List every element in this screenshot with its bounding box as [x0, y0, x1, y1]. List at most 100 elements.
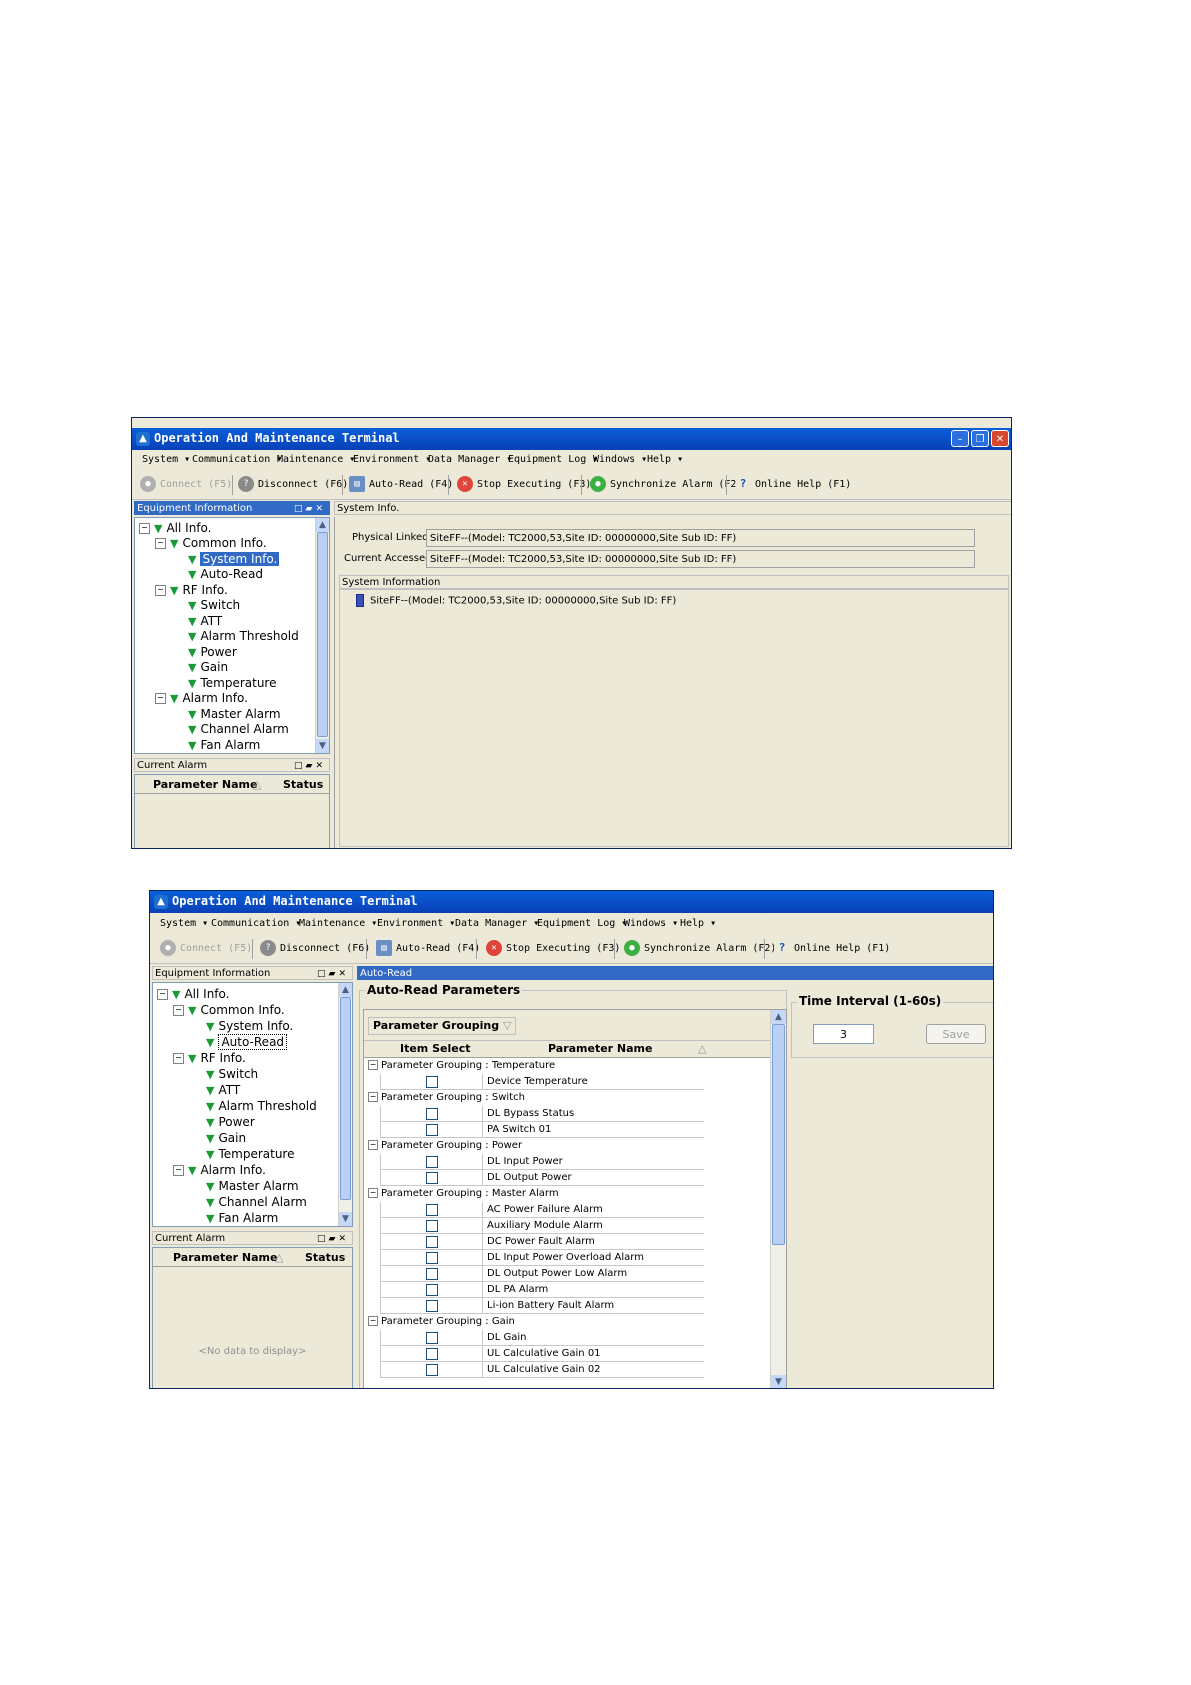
tree-node-master-alarm[interactable]: ▼ Master Alarm	[206, 1178, 299, 1194]
tree-node-rf-info[interactable]: − ▼ RF Info.	[155, 582, 228, 598]
tree-node-power[interactable]: ▼ Power	[188, 644, 237, 660]
item-select-checkbox[interactable]	[426, 1124, 438, 1136]
parameter-grouping-button[interactable]: Parameter Grouping ▽	[368, 1017, 517, 1035]
menu-communication[interactable]: Communication ▾	[192, 454, 282, 465]
panel-controls-icon[interactable]: □▰✕	[317, 1232, 349, 1246]
tree-node-temperature[interactable]: ▼ Temperature	[188, 675, 276, 691]
stop-executing-button[interactable]: ✕ Stop Executing (F3)	[486, 939, 620, 959]
tree-node-alarm-threshold[interactable]: ▼ Alarm Threshold	[188, 628, 299, 644]
menu-environment[interactable]: Environment ▾	[353, 454, 431, 465]
collapse-icon[interactable]: −	[368, 1316, 378, 1326]
tree-node-auto-read[interactable]: ▼ Auto-Read	[206, 1034, 288, 1050]
tree-node-common-info[interactable]: − ▼ Common Info.	[155, 535, 267, 551]
tab-system-info[interactable]: System Info.	[334, 501, 1011, 515]
tree-scrollbar[interactable]: ▲ ▼	[338, 983, 352, 1226]
scroll-thumb[interactable]	[340, 997, 351, 1200]
online-help-button[interactable]: ? Online Help (F1)	[735, 475, 851, 495]
disconnect-button[interactable]: ? Disconnect (F6)	[260, 939, 370, 959]
collapse-icon[interactable]: −	[157, 989, 168, 1000]
panel-controls-icon[interactable]: □▰✕	[294, 502, 326, 516]
collapse-icon[interactable]: −	[368, 1140, 378, 1150]
menu-data-manager[interactable]: Data Manager ▾	[428, 454, 512, 465]
system-information-item[interactable]: SiteFF--(Model: TC2000,53,Site ID: 00000…	[356, 594, 676, 607]
tree-node-switch[interactable]: ▼ Switch	[188, 597, 240, 613]
tree-node-alarm-info[interactable]: − ▼ Alarm Info.	[173, 1162, 266, 1178]
connect-button[interactable]: ● Connect (F5)	[140, 475, 232, 495]
collapse-icon[interactable]: −	[368, 1188, 378, 1198]
tree-node-common-info[interactable]: − ▼ Common Info.	[173, 1002, 285, 1018]
synchronize-alarm-button[interactable]: ● Synchronize Alarm (F2)	[590, 475, 742, 495]
col-parameter-name[interactable]: Parameter Name	[173, 1250, 277, 1266]
scroll-up-icon[interactable]: ▲	[339, 983, 352, 997]
group-row[interactable]: − Parameter Grouping : Power	[364, 1138, 710, 1155]
col-item-select[interactable]: Item Select	[400, 1041, 471, 1057]
group-row[interactable]: − Parameter Grouping : Temperature	[364, 1058, 710, 1075]
item-select-checkbox[interactable]	[426, 1076, 438, 1088]
collapse-icon[interactable]: −	[368, 1060, 378, 1070]
col-parameter-name[interactable]: Parameter Name	[153, 777, 257, 793]
tree-node-gain[interactable]: ▼ Gain	[188, 659, 228, 675]
tree-node-master-alarm[interactable]: ▼ Master Alarm	[188, 706, 281, 722]
item-select-checkbox[interactable]	[426, 1284, 438, 1296]
tree-node-alarm-threshold[interactable]: ▼ Alarm Threshold	[206, 1098, 317, 1114]
collapse-icon[interactable]: −	[173, 1165, 184, 1176]
scroll-down-icon[interactable]: ▼	[316, 739, 329, 753]
group-row[interactable]: − Parameter Grouping : Master Alarm	[364, 1186, 710, 1203]
menu-help[interactable]: Help ▾	[647, 454, 683, 465]
disconnect-button[interactable]: ? Disconnect (F6)	[238, 475, 348, 495]
tree-node-fan-alarm[interactable]: ▼ Fan Alarm	[188, 737, 260, 753]
item-select-checkbox[interactable]	[426, 1236, 438, 1248]
tree-node-all-info[interactable]: − ▼ All Info.	[157, 986, 229, 1002]
tree-node-temperature[interactable]: ▼ Temperature	[206, 1146, 294, 1162]
collapse-icon[interactable]: −	[139, 523, 150, 534]
synchronize-alarm-button[interactable]: ● Synchronize Alarm (F2)	[624, 939, 776, 959]
scroll-down-icon[interactable]: ▼	[339, 1212, 352, 1226]
scroll-thumb[interactable]	[772, 1024, 785, 1245]
collapse-icon[interactable]: −	[173, 1053, 184, 1064]
tree-node-rf-info[interactable]: − ▼ RF Info.	[173, 1050, 246, 1066]
menu-help[interactable]: Help ▾	[680, 918, 716, 929]
tree-node-att[interactable]: ▼ ATT	[188, 613, 222, 629]
minimize-icon[interactable]: –	[951, 430, 969, 447]
menu-system[interactable]: System ▾	[142, 454, 190, 465]
group-row[interactable]: − Parameter Grouping : Gain	[364, 1314, 710, 1331]
item-select-checkbox[interactable]	[426, 1268, 438, 1280]
item-select-checkbox[interactable]	[426, 1332, 438, 1344]
col-status[interactable]: Status	[305, 1250, 345, 1266]
item-select-checkbox[interactable]	[426, 1220, 438, 1232]
tree-node-channel-alarm[interactable]: ▼ Channel Alarm	[206, 1194, 307, 1210]
item-select-checkbox[interactable]	[426, 1156, 438, 1168]
save-button[interactable]: Save	[926, 1024, 986, 1044]
tree-node-auto-read[interactable]: ▼ Auto-Read	[188, 566, 263, 582]
tree-scrollbar[interactable]: ▲ ▼	[315, 518, 329, 753]
scroll-thumb[interactable]	[317, 532, 328, 737]
item-select-checkbox[interactable]	[426, 1364, 438, 1376]
collapse-icon[interactable]: −	[155, 585, 166, 596]
connect-button[interactable]: ● Connect (F5)	[160, 939, 252, 959]
item-select-checkbox[interactable]	[426, 1172, 438, 1184]
col-status[interactable]: Status	[283, 777, 323, 793]
tree-node-switch[interactable]: ▼ Switch	[206, 1066, 258, 1082]
tree-node-channel-alarm[interactable]: ▼ Channel Alarm	[188, 721, 289, 737]
tree-node-gain[interactable]: ▼ Gain	[206, 1130, 246, 1146]
auto-read-button[interactable]: ▤ Auto-Read (F4)	[376, 939, 480, 959]
item-select-checkbox[interactable]	[426, 1204, 438, 1216]
panel-controls-icon[interactable]: □▰✕	[317, 967, 349, 981]
collapse-icon[interactable]: −	[155, 693, 166, 704]
collapse-icon[interactable]: −	[368, 1092, 378, 1102]
parameters-scrollbar[interactable]: ▲ ▼	[770, 1010, 786, 1388]
tree-node-all-info[interactable]: − ▼ All Info.	[139, 520, 211, 536]
tree-node-fan-alarm[interactable]: ▼ Fan Alarm	[206, 1210, 278, 1226]
tree-node-att[interactable]: ▼ ATT	[206, 1082, 240, 1098]
panel-controls-icon[interactable]: □▰✕	[294, 759, 326, 773]
auto-read-button[interactable]: ▤ Auto-Read (F4)	[349, 475, 453, 495]
menu-windows[interactable]: Windows ▾	[624, 918, 678, 929]
scroll-up-icon[interactable]: ▲	[316, 518, 329, 532]
tab-auto-read[interactable]: Auto-Read	[357, 966, 993, 980]
collapse-icon[interactable]: −	[155, 538, 166, 549]
stop-executing-button[interactable]: ✕ Stop Executing (F3)	[457, 475, 591, 495]
collapse-icon[interactable]: −	[173, 1005, 184, 1016]
scroll-down-icon[interactable]: ▼	[771, 1375, 786, 1388]
restore-icon[interactable]: ❐	[971, 430, 989, 447]
menu-system[interactable]: System ▾	[160, 918, 208, 929]
